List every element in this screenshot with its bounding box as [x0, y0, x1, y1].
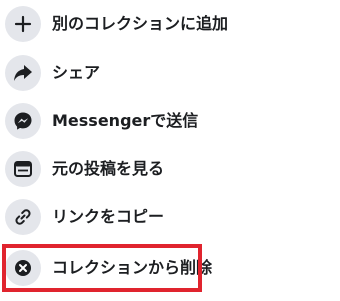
add-to-another-collection-item[interactable]: 別のコレクションに追加	[0, 0, 340, 48]
share-arrow-icon	[5, 55, 41, 91]
plus-icon	[5, 6, 41, 42]
link-icon	[5, 199, 41, 235]
copy-link-label: リンクをコピー	[52, 207, 165, 226]
messenger-icon	[5, 103, 41, 139]
remove-from-collection-label: コレクションから削除	[52, 258, 213, 277]
view-original-post-item[interactable]: 元の投稿を見る	[0, 145, 340, 193]
share-label: シェア	[52, 63, 101, 82]
remove-from-collection-item[interactable]: コレクションから削除	[0, 244, 340, 292]
send-in-messenger-item[interactable]: Messengerで送信	[0, 97, 340, 145]
send-in-messenger-label: Messengerで送信	[52, 111, 199, 130]
view-original-post-label: 元の投稿を見る	[52, 159, 165, 178]
post-window-icon	[5, 151, 41, 187]
collection-item-menu: 別のコレクションに追加 シェア Messengerで送信 元の投稿を見る リンク…	[0, 0, 340, 301]
remove-x-icon	[5, 250, 41, 286]
share-item[interactable]: シェア	[0, 49, 340, 97]
copy-link-item[interactable]: リンクをコピー	[0, 193, 340, 241]
add-to-another-collection-label: 別のコレクションに追加	[52, 14, 229, 33]
